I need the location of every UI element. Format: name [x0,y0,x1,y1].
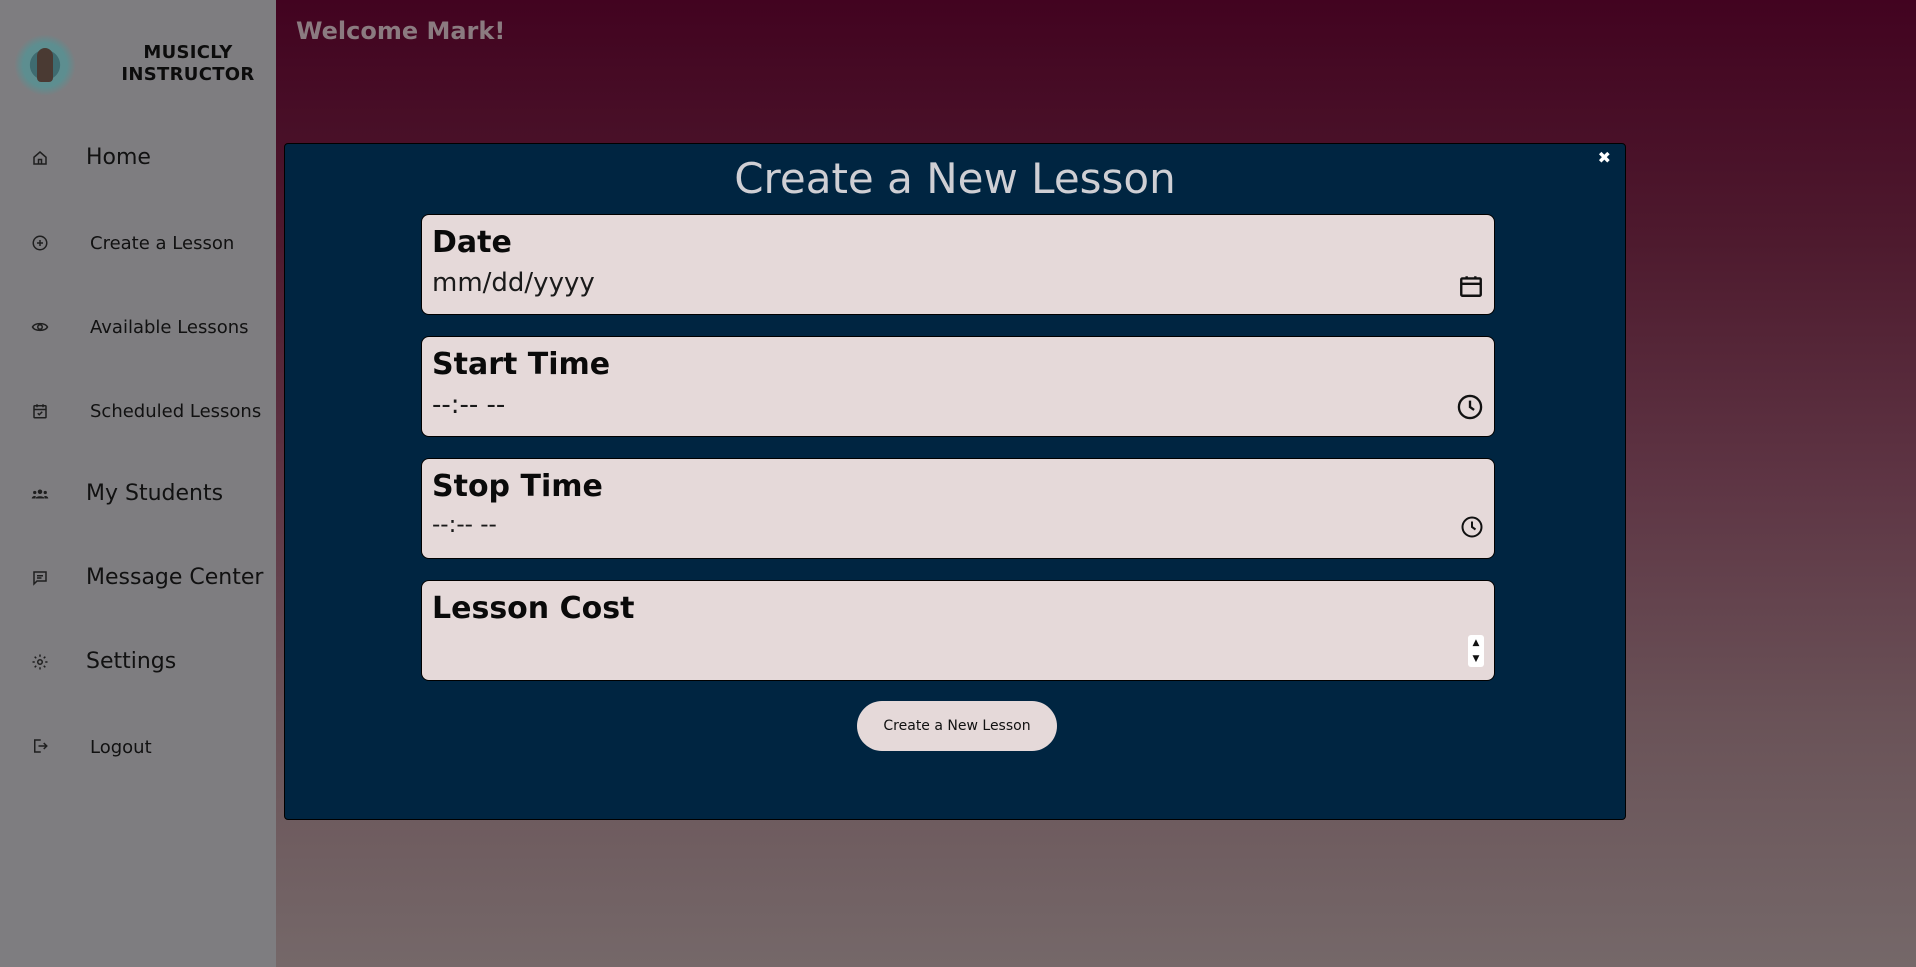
plus-circle-icon [31,234,49,252]
clock-icon[interactable] [1460,515,1484,539]
sidebar-item-settings[interactable]: Settings [0,632,276,692]
message-icon [31,569,49,587]
stop-time-label: Stop Time [432,469,603,504]
logout-icon [31,737,49,755]
users-icon [31,485,49,503]
sidebar-item-label: My Students [86,481,224,506]
date-label: Date [432,225,512,260]
spinner-up-icon[interactable]: ▲ [1468,635,1484,651]
date-field: Date mm/dd/yyyy [421,214,1495,315]
sidebar-item-message-center[interactable]: Message Center [0,548,276,608]
sidebar-item-home[interactable]: Home [0,128,276,188]
sidebar-item-label: Scheduled Lessons [90,401,262,422]
stop-time-field: Stop Time --:-- -- [421,458,1495,559]
brand-name-line2: INSTRUCTOR [121,64,255,85]
sidebar-item-label: Message Center [86,565,264,590]
brand-name-line1: MUSICLY [143,42,233,63]
create-lesson-modal: ✖ Create a New Lesson Date mm/dd/yyyy St… [284,143,1626,820]
sidebar-item-logout[interactable]: Logout [0,717,276,777]
sidebar-item-available-lessons[interactable]: Available Lessons [0,297,276,357]
number-spinner[interactable]: ▲ ▼ [1468,635,1484,667]
sidebar-item-label: Settings [86,649,177,674]
clock-icon[interactable] [1456,393,1484,421]
calendar-icon[interactable] [1458,273,1484,299]
home-icon [31,149,49,167]
create-lesson-button[interactable]: Create a New Lesson [857,701,1057,751]
start-time-field: Start Time --:-- -- [421,336,1495,437]
lesson-cost-field: Lesson Cost ▲ ▼ [421,580,1495,681]
gear-icon [31,653,49,671]
sidebar-item-label: Home [86,145,151,170]
sidebar: MUSICLY INSTRUCTOR Home Create a Lesson … [0,0,276,967]
welcome-message: Welcome Mark! [296,17,506,45]
stop-time-input[interactable]: --:-- -- [432,512,497,538]
sidebar-item-label: Available Lessons [90,317,249,338]
lesson-cost-label: Lesson Cost [432,591,635,626]
sidebar-item-my-students[interactable]: My Students [0,464,276,524]
sidebar-item-label: Logout [90,737,152,758]
modal-title: Create a New Lesson [734,154,1176,203]
start-time-label: Start Time [432,347,611,382]
spinner-down-icon[interactable]: ▼ [1468,651,1484,667]
sidebar-item-label: Create a Lesson [90,233,235,254]
logo-icon [14,34,76,96]
calendar-check-icon [31,402,49,420]
date-input[interactable]: mm/dd/yyyy [432,268,595,298]
sidebar-item-scheduled-lessons[interactable]: Scheduled Lessons [0,381,276,441]
sidebar-item-create-lesson[interactable]: Create a Lesson [0,213,276,273]
eye-icon [31,318,49,336]
start-time-input[interactable]: --:-- -- [432,390,505,420]
brand-name: MUSICLY INSTRUCTOR [118,42,258,86]
brand: MUSICLY INSTRUCTOR [0,0,276,125]
